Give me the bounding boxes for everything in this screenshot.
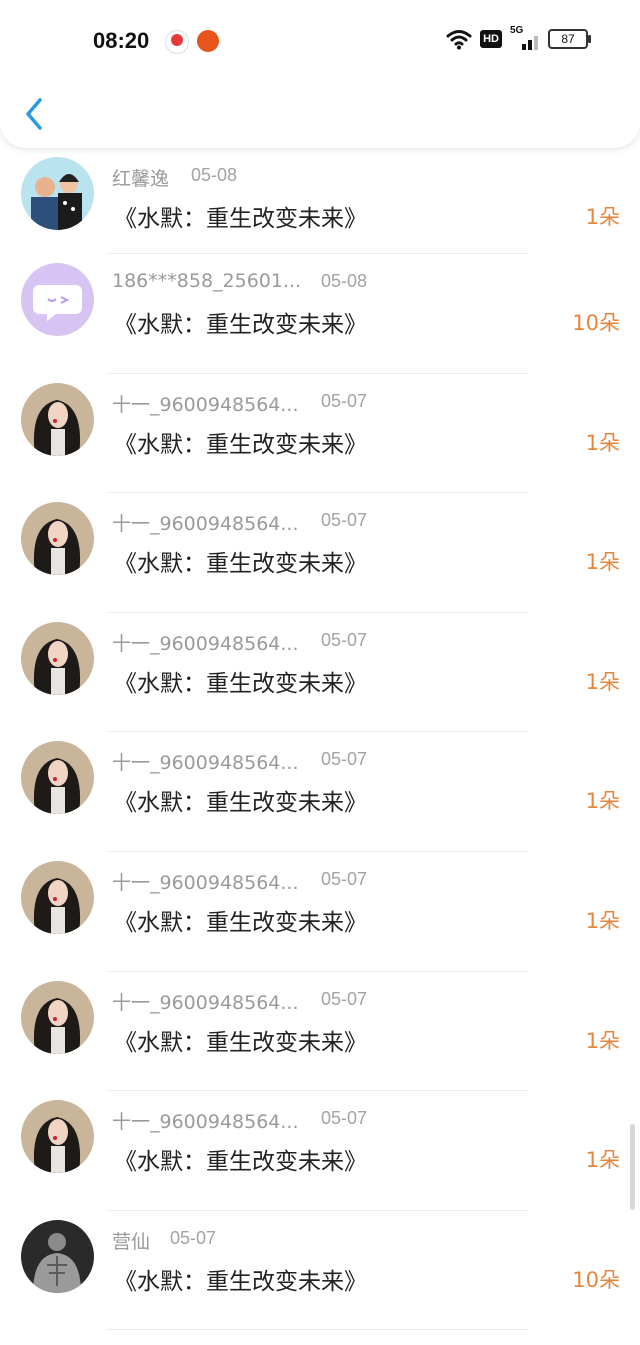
list-item[interactable]: 十一_9600948564... 05-07 《水默：重生改变未来》 1朵 xyxy=(0,493,640,613)
flower-count: 1朵 xyxy=(585,908,620,933)
book-title: 《水默：重生改变未来》 xyxy=(114,206,367,232)
user-name: 十一_9600948564... xyxy=(112,393,299,416)
flower-count: 1朵 xyxy=(585,669,620,694)
hd-icon: HD xyxy=(480,30,502,48)
book-title: 《水默：重生改变未来》 xyxy=(114,909,367,936)
book-title: 《水默：重生改变未来》 xyxy=(114,1029,367,1056)
flower-count: 1朵 xyxy=(585,1028,620,1053)
user-name: 十一_9600948564... xyxy=(112,632,299,655)
book-title: 《水默：重生改变未来》 xyxy=(114,551,367,578)
signal-icon: 5G xyxy=(510,25,540,50)
wifi-icon xyxy=(446,30,472,50)
gift-date: 05-07 xyxy=(321,629,368,650)
list-item[interactable]: 十一_9600948564... 05-07 《水默：重生改变未来》 1朵 xyxy=(0,972,640,1092)
list-item[interactable]: 红馨逸 05-08 《水默：重生改变未来》 1朵 xyxy=(0,148,640,254)
list-item[interactable]: 十一_9600948564... 05-07 《水默：重生改变未来》 1朵 xyxy=(0,732,640,852)
avatar[interactable] xyxy=(21,980,94,1054)
flower-gift-list: 红馨逸 05-08 《水默：重生改变未来》 1朵 186***858_25601... 0… xyxy=(0,148,640,1331)
gift-date: 05-07 xyxy=(321,868,368,889)
user-name: 营仙 xyxy=(112,1230,151,1253)
book-title: 《水默：重生改变未来》 xyxy=(114,312,367,338)
avatar[interactable] xyxy=(21,502,94,576)
battery-icon: 87 xyxy=(548,29,591,49)
flower-count: 1朵 xyxy=(585,430,620,455)
gift-date: 05-07 xyxy=(321,390,368,411)
list-item[interactable]: 十一_9600948564... 05-07 《水默：重生改变未来》 1朵 xyxy=(0,1091,640,1211)
flower-count: 10朵 xyxy=(572,311,620,335)
flower-count: 1朵 xyxy=(585,550,620,575)
list-item[interactable]: 十一_9600948564... 05-07 《水默：重生改变未来》 1朵 xyxy=(0,852,640,972)
list-item[interactable]: 十一_9600948564... 05-07 《水默：重生改变未来》 1朵 xyxy=(0,374,640,494)
status-time: 08:20 xyxy=(93,28,150,53)
app-notification-icon xyxy=(197,30,219,52)
avatar[interactable] xyxy=(21,263,94,336)
status-icons: HD 5G 87 xyxy=(446,25,591,50)
avatar[interactable] xyxy=(21,1100,94,1174)
gift-date: 05-08 xyxy=(191,165,238,185)
user-name: 十一_9600948564... xyxy=(112,991,299,1014)
book-title: 《水默：重生改变未来》 xyxy=(114,790,367,817)
list-item[interactable]: 186***858_25601... 05-08 《水默：重生改变未来》 10朵 xyxy=(0,254,640,374)
user-name: 十一_9600948564... xyxy=(112,871,299,894)
gift-date: 05-07 xyxy=(321,510,368,531)
gift-date: 05-08 xyxy=(321,271,368,291)
avatar[interactable] xyxy=(21,860,94,934)
divider xyxy=(106,1329,528,1331)
list-item[interactable]: 营仙 05-07 《水默：重生改变未来》 10朵 xyxy=(0,1211,640,1331)
user-name: 186***858_25601... xyxy=(112,270,302,292)
user-name: 红馨逸 xyxy=(112,168,170,190)
top-bar: 08:20 HD 5G 87 xyxy=(0,0,640,148)
app-notification-icon xyxy=(165,30,189,54)
back-arrow-icon[interactable] xyxy=(22,96,46,132)
gift-date: 05-07 xyxy=(321,1108,368,1129)
avatar[interactable] xyxy=(21,1219,94,1293)
flower-count: 10朵 xyxy=(572,1267,620,1292)
user-name: 十一_9600948564... xyxy=(112,513,299,536)
flower-count: 1朵 xyxy=(585,789,620,814)
user-name: 十一_9600948564... xyxy=(112,752,299,775)
book-title: 《水默：重生改变未来》 xyxy=(114,670,367,697)
avatar[interactable] xyxy=(21,157,94,230)
list-item[interactable]: 十一_9600948564... 05-07 《水默：重生改变未来》 1朵 xyxy=(0,613,640,733)
avatar[interactable] xyxy=(21,741,94,815)
gift-date: 05-07 xyxy=(321,749,368,770)
flower-count: 1朵 xyxy=(585,205,620,229)
gift-date: 05-07 xyxy=(170,1227,217,1248)
gift-date: 05-07 xyxy=(321,988,368,1009)
flower-count: 1朵 xyxy=(585,1148,620,1173)
avatar[interactable] xyxy=(21,382,94,456)
book-title: 《水默：重生改变未来》 xyxy=(114,1149,367,1176)
user-name: 十一_9600948564... xyxy=(112,1111,299,1134)
avatar[interactable] xyxy=(21,621,94,695)
book-title: 《水默：重生改变未来》 xyxy=(114,431,367,458)
scrollbar[interactable] xyxy=(630,1124,635,1210)
book-title: 《水默：重生改变未来》 xyxy=(114,1268,367,1295)
